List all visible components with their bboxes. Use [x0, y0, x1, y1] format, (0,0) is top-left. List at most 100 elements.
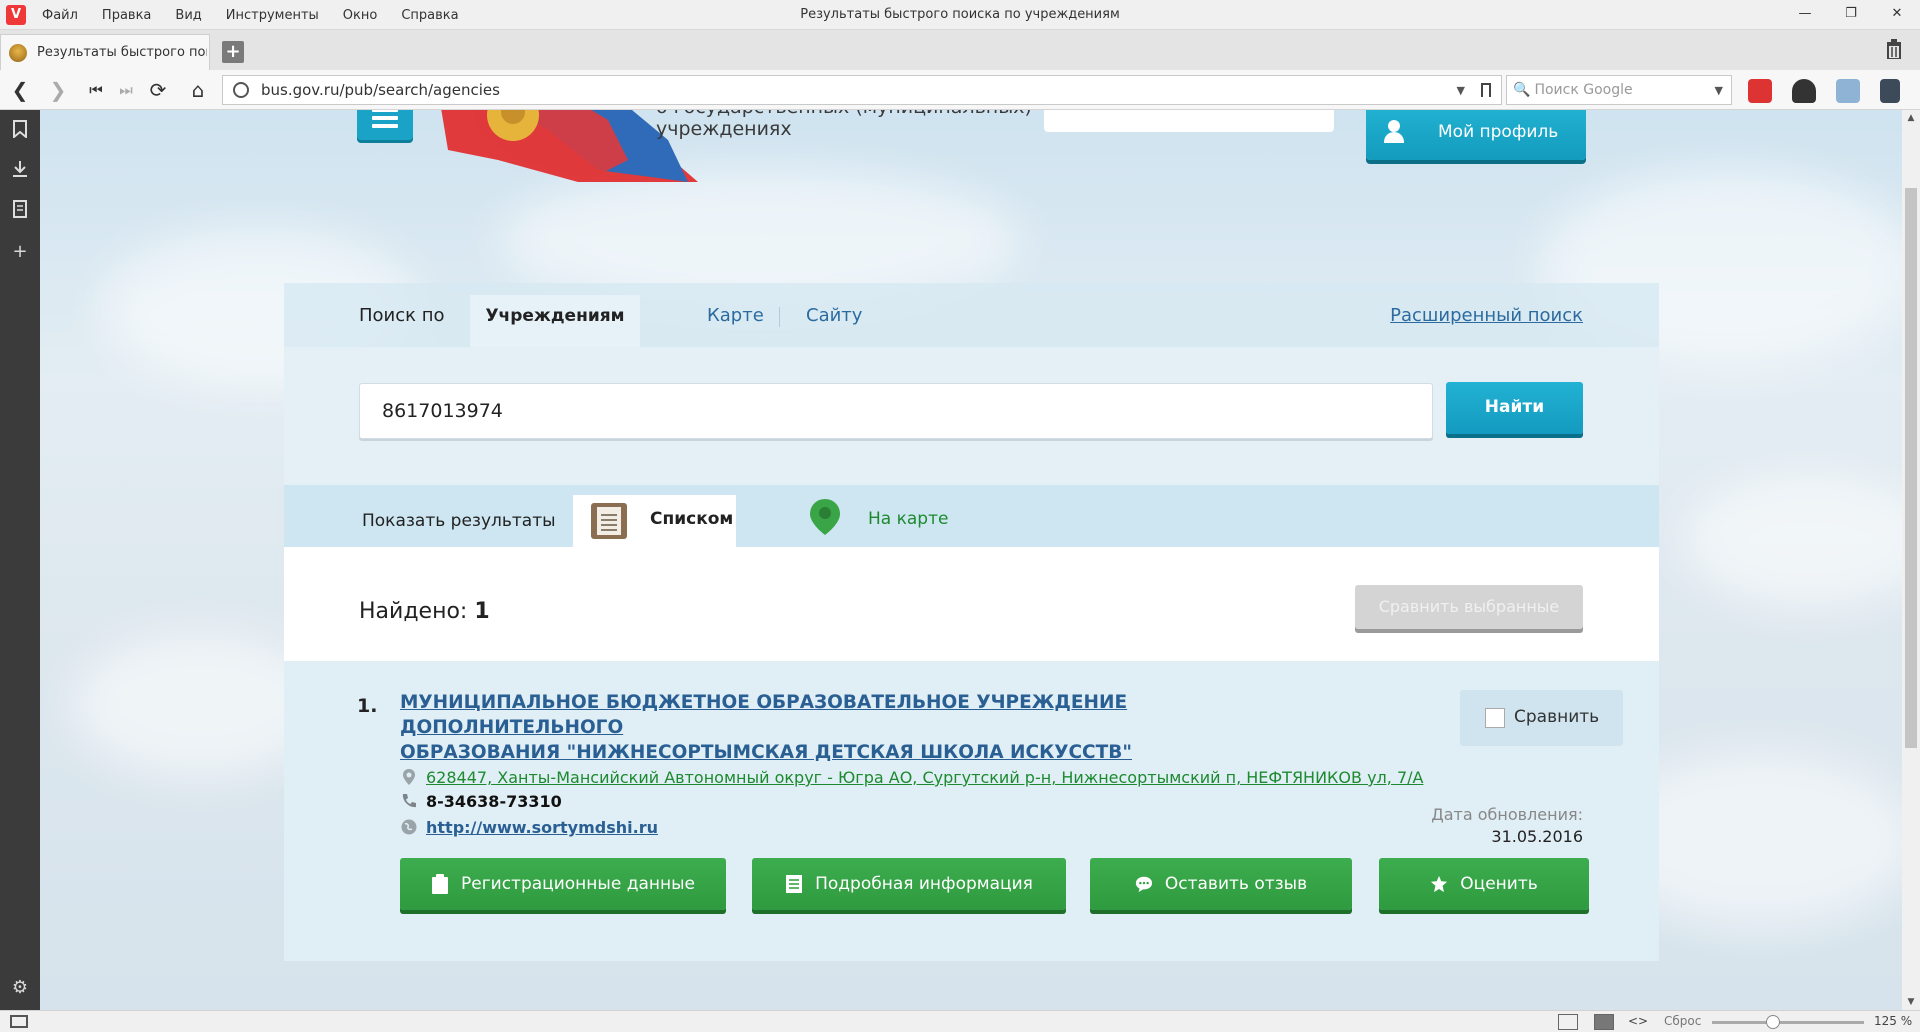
compare-checkbox[interactable] — [1485, 708, 1505, 728]
side-panel: + ⚙ — [0, 110, 40, 1010]
extension-icon[interactable] — [1880, 79, 1900, 103]
fast-forward-icon[interactable]: ⏭ — [112, 76, 140, 104]
globe-icon — [401, 819, 417, 835]
notes-icon[interactable] — [8, 200, 32, 224]
web-page: о государственных (муниципальных) учрежд… — [40, 110, 1902, 1010]
zoom-slider-handle[interactable] — [1766, 1015, 1780, 1029]
update-date-value: 31.05.2016 — [1491, 827, 1583, 846]
result-website-link[interactable]: http://www.sortymdshi.ru — [400, 818, 658, 837]
site-info-icon[interactable] — [233, 82, 249, 98]
extension-icon[interactable] — [1792, 79, 1816, 103]
adblock-extension-icon[interactable] — [1748, 79, 1772, 103]
vivaldi-logo-icon[interactable]: V — [6, 5, 26, 25]
show-results-label: Показать результаты — [362, 511, 556, 531]
menu-tools[interactable]: Инструменты — [226, 8, 319, 23]
bookmark-page-icon[interactable] — [1481, 83, 1491, 97]
search-placeholder: Поиск Google — [1534, 82, 1633, 98]
result-address[interactable]: 628447, Ханты-Мансийский Автономный окру… — [400, 768, 1423, 787]
advanced-search-link[interactable]: Расширенный поиск — [1390, 305, 1583, 326]
clipboard-icon — [432, 874, 449, 894]
zoom-level: 125 % — [1874, 1014, 1913, 1028]
search-engine-field[interactable]: 🔍 Поиск Google ▼ — [1506, 75, 1732, 105]
new-tab-button[interactable]: + — [222, 41, 244, 63]
favicon-icon — [9, 43, 27, 62]
extension-icon[interactable] — [1836, 79, 1860, 103]
trash-icon[interactable] — [1882, 39, 1906, 63]
compare-toggle[interactable]: Сравнить — [1460, 690, 1623, 746]
scroll-down-icon[interactable]: ▼ — [1902, 994, 1920, 1010]
view-map-tab[interactable]: На карте — [868, 509, 948, 529]
home-icon[interactable]: ⌂ — [184, 76, 212, 104]
comment-icon — [1135, 876, 1152, 893]
tab-site[interactable]: Сайту — [806, 305, 862, 326]
leave-review-button[interactable]: Оставить отзыв — [1090, 858, 1352, 910]
map-pin-icon[interactable] — [808, 497, 842, 537]
close-icon[interactable]: ✕ — [1874, 0, 1920, 30]
panel-toggle-icon[interactable] — [10, 1015, 28, 1028]
download-icon[interactable] — [8, 160, 32, 184]
images-icon[interactable] — [1594, 1014, 1614, 1030]
page-actions-icon[interactable]: <> — [1628, 1014, 1648, 1030]
forward-icon[interactable]: ❯ — [44, 76, 72, 104]
chevron-down-icon[interactable]: ▼ — [1715, 84, 1723, 97]
minimize-icon[interactable]: — — [1782, 0, 1828, 30]
zoom-slider[interactable] — [1712, 1015, 1864, 1029]
find-button[interactable]: Найти — [1446, 382, 1583, 434]
reload-icon[interactable]: ⟳ — [144, 76, 172, 104]
rate-button[interactable]: Оценить — [1379, 858, 1589, 910]
address-bar[interactable]: bus.gov.ru/pub/search/agencies ▼ — [222, 75, 1502, 105]
search-icon: 🔍 — [1513, 82, 1531, 98]
results-view-bar: Показать результаты Списком На карте — [284, 485, 1659, 547]
menu-file[interactable]: Файл — [42, 8, 78, 23]
compare-selected-button[interactable]: Сравнить выбранные — [1355, 585, 1583, 629]
search-type-tabs: Поиск по Учреждениям Карте Сайту Расшире… — [284, 283, 1659, 347]
maximize-icon[interactable]: ❐ — [1828, 0, 1874, 30]
zoom-reset-button[interactable]: Сброс — [1664, 1014, 1701, 1028]
bookmark-icon[interactable] — [8, 120, 32, 144]
location-icon — [403, 769, 415, 785]
tab-agencies[interactable]: Учреждениям — [470, 295, 640, 347]
url-text[interactable]: bus.gov.ru/pub/search/agencies — [261, 81, 1457, 99]
menu-window[interactable]: Окно — [343, 8, 378, 23]
document-icon — [786, 875, 803, 893]
search-input[interactable]: 8617013974 — [359, 383, 1433, 439]
rewind-icon[interactable]: ⏮ — [82, 76, 110, 104]
back-icon[interactable]: ❮ — [6, 76, 34, 104]
search-row: 8617013974 Найти — [284, 347, 1659, 485]
scroll-up-icon[interactable]: ▲ — [1902, 110, 1920, 126]
view-list-tab[interactable]: Списком — [573, 495, 736, 547]
search-by-label: Поиск по — [359, 305, 445, 326]
detailed-info-button[interactable]: Подробная информация — [752, 858, 1066, 910]
settings-icon[interactable]: ⚙ — [8, 976, 32, 1000]
add-panel-icon[interactable]: + — [8, 240, 32, 264]
registration-data-button[interactable]: Регистрационные данные — [400, 858, 726, 910]
menu-bar: Файл Правка Вид Инструменты Окно Справка — [42, 0, 483, 30]
site-title: о государственных (муниципальных) учрежд… — [656, 110, 1032, 140]
found-bar: Найдено: 1 Сравнить выбранные — [284, 547, 1659, 661]
browser-tab[interactable]: Результаты быстрого поис — [0, 34, 210, 70]
menu-edit[interactable]: Правка — [102, 8, 151, 23]
tab-title: Результаты быстрого поис — [37, 45, 207, 60]
site-menu-button[interactable] — [357, 110, 413, 140]
window-controls: — ❐ ✕ — [1782, 0, 1920, 30]
star-icon — [1431, 875, 1448, 893]
tiling-icon[interactable] — [1558, 1014, 1578, 1030]
scroll-thumb[interactable] — [1905, 188, 1917, 748]
tab-bar: Результаты быстрого поис + — [0, 30, 1920, 70]
phone-icon — [402, 794, 416, 808]
tab-map[interactable]: Карте — [707, 305, 764, 326]
my-profile-button[interactable]: Мой профиль — [1366, 110, 1586, 160]
list-icon — [591, 503, 627, 539]
result-title-link[interactable]: МУНИЦИПАЛЬНОЕ БЮДЖЕТНОЕ ОБРАЗОВАТЕЛЬНОЕ … — [400, 690, 1300, 765]
status-bar: <> Сброс 125 % — [0, 1010, 1920, 1032]
page-scrollbar[interactable]: ▲ ▼ — [1902, 110, 1920, 1010]
title-bar: V Файл Правка Вид Инструменты Окно Справ… — [0, 0, 1920, 30]
found-label: Найдено: 1 — [359, 599, 490, 624]
header-search-field[interactable] — [1044, 110, 1334, 132]
menu-help[interactable]: Справка — [401, 8, 458, 23]
update-date-label: Дата обновления: — [1431, 805, 1583, 824]
menu-view[interactable]: Вид — [175, 8, 201, 23]
user-icon — [1382, 120, 1406, 144]
chevron-down-icon[interactable]: ▼ — [1457, 84, 1465, 97]
result-phone: 8-34638-73310 — [400, 792, 562, 811]
